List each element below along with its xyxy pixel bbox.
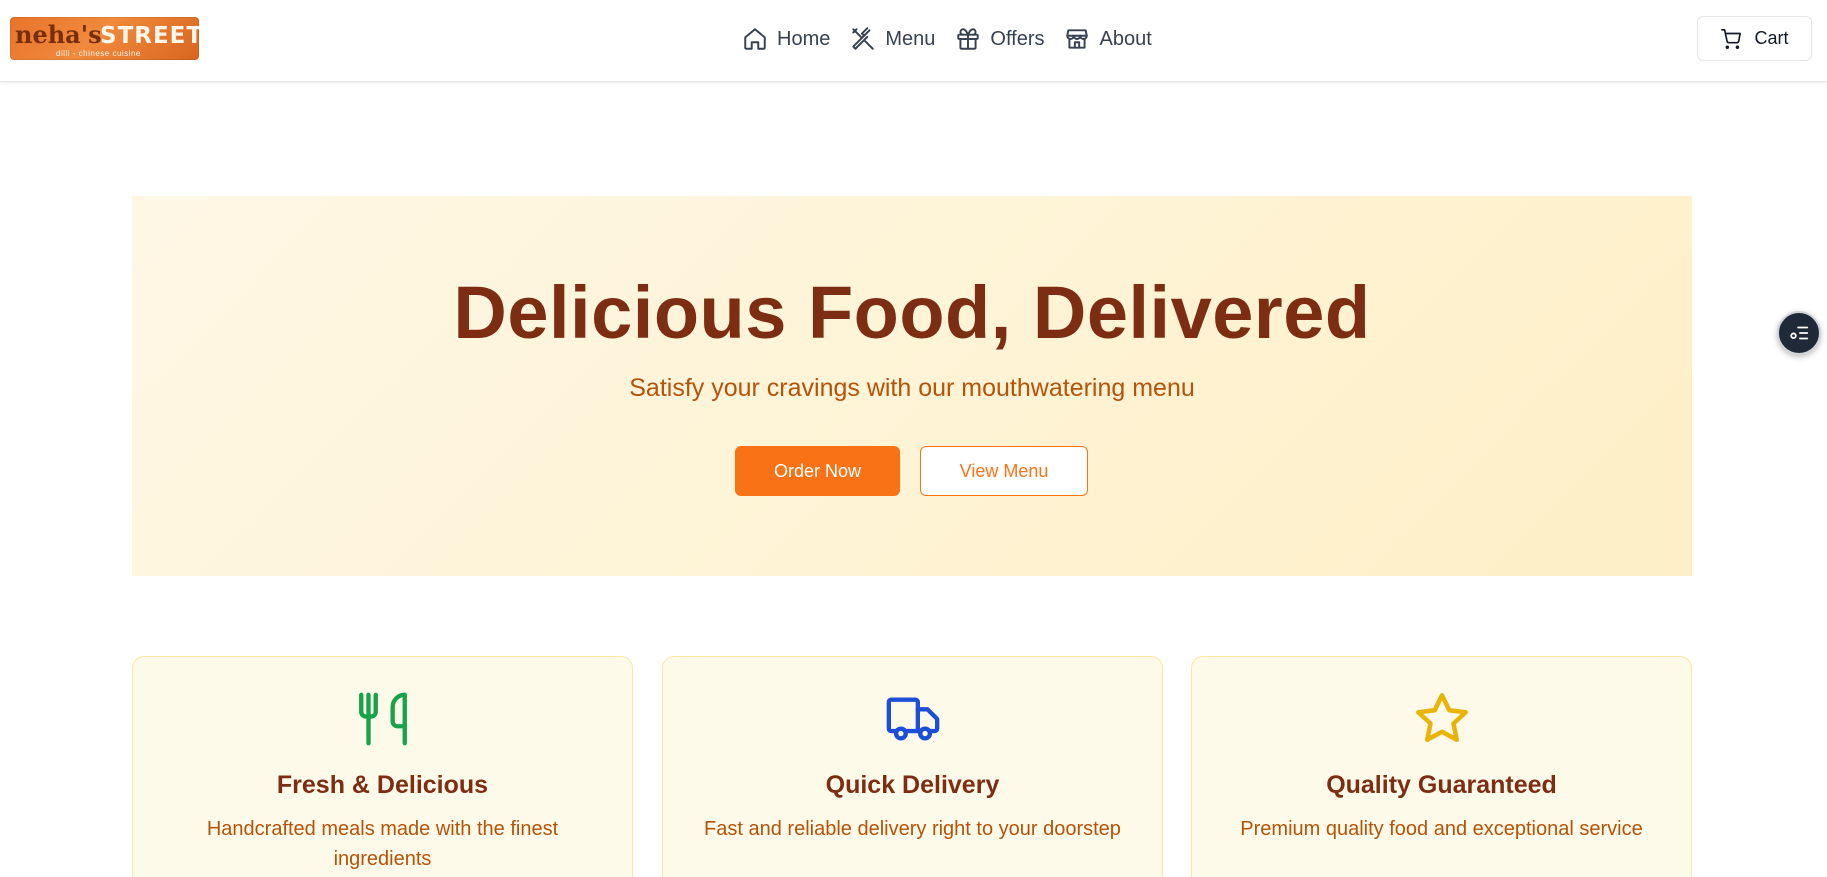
logo-main-text: STREET: [100, 23, 199, 49]
main-nav: Home Menu Offers About: [742, 23, 1152, 55]
utensils-icon: [353, 689, 413, 749]
utensils-crossed-icon: [852, 27, 875, 50]
view-menu-button[interactable]: View Menu: [920, 446, 1088, 496]
home-icon: [744, 28, 766, 50]
nav-item-home[interactable]: Home: [742, 26, 830, 52]
nav-label-offers: Offers: [990, 27, 1045, 50]
order-now-button[interactable]: Order Now: [735, 446, 900, 496]
nav-label-about: About: [1099, 27, 1152, 50]
nav-item-offers[interactable]: Offers: [955, 26, 1044, 52]
logo-tagline: dilli - chinese cuisine: [56, 49, 141, 58]
feature-card-quality: Quality Guaranteed Premium quality food …: [1191, 656, 1692, 877]
list-settings-icon: [1790, 326, 1809, 340]
store-icon: [1066, 29, 1089, 49]
feature-title: Fresh & Delicious: [276, 771, 489, 799]
cart-icon: [1721, 28, 1742, 49]
feature-card-delivery: Quick Delivery Fast and reliable deliver…: [662, 656, 1163, 877]
logo-script-text: neha's: [15, 20, 102, 49]
hero-banner: Delicious Food, Delivered Satisfy your c…: [132, 196, 1692, 576]
gift-icon: [957, 28, 980, 50]
nav-label-menu: Menu: [885, 27, 936, 50]
feature-description: Fast and reliable delivery right to your…: [704, 818, 1121, 840]
brand-logo[interactable]: neha's STREET dilli - chinese cuisine: [10, 17, 199, 60]
feature-title: Quality Guaranteed: [1326, 771, 1557, 799]
nav-item-about[interactable]: About: [1064, 26, 1152, 52]
hero-subtitle: Satisfy your cravings with our mouthwate…: [629, 374, 1195, 402]
feature-card-fresh: Fresh & Delicious Handcrafted meals made…: [132, 656, 633, 877]
truck-icon: [883, 689, 943, 749]
feature-title: Quick Delivery: [825, 771, 1000, 799]
nav-label-home: Home: [777, 27, 831, 50]
cart-button[interactable]: Cart: [1697, 16, 1812, 61]
star-icon: [1412, 689, 1472, 749]
feature-description: Premium quality food and exceptional ser…: [1240, 818, 1643, 840]
cart-label: Cart: [1754, 28, 1789, 48]
nav-item-menu[interactable]: Menu: [850, 26, 935, 52]
feature-description: Handcrafted meals made with the finest i…: [206, 818, 559, 870]
floating-settings-button[interactable]: [1777, 311, 1821, 355]
hero-title: Delicious Food, Delivered: [453, 271, 1371, 354]
top-navbar: neha's STREET dilli - chinese cuisine Ho…: [0, 0, 1827, 82]
